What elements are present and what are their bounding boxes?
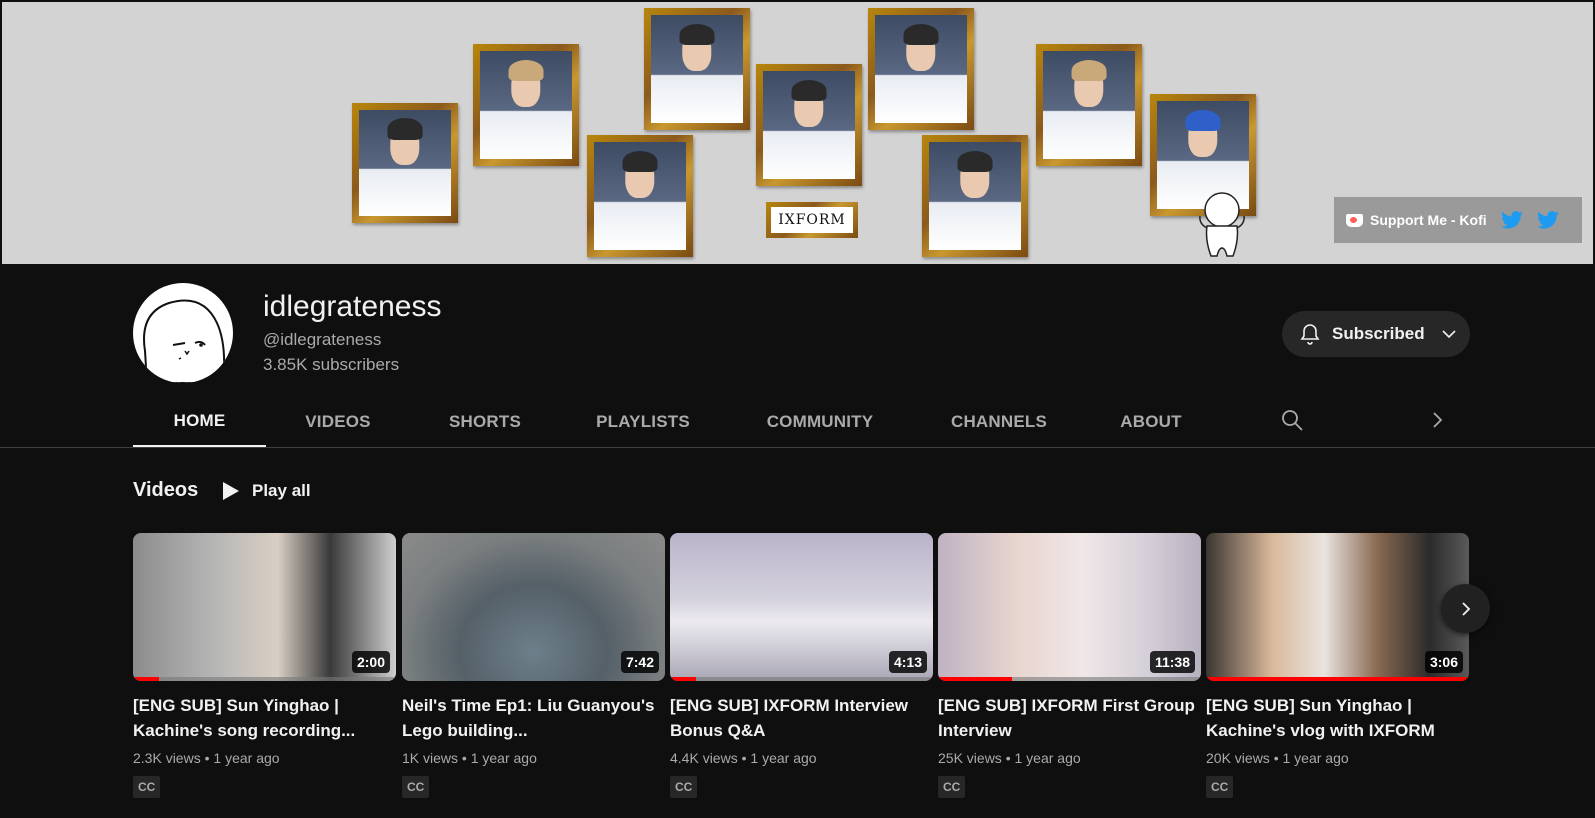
chevron-right-icon <box>1461 601 1470 616</box>
banner-plaque: IXFORM <box>766 202 858 238</box>
video-thumbnail[interactable]: 3:06 <box>1206 533 1469 681</box>
video-age: 1 year ago <box>1282 750 1349 766</box>
watch-progress <box>670 677 697 681</box>
tab-shorts[interactable]: SHORTS <box>410 396 560 448</box>
banner-portrait <box>922 135 1028 257</box>
video-thumbnail[interactable]: 4:13 <box>670 533 933 681</box>
watch-progress <box>938 677 1012 681</box>
kofi-link[interactable]: Support Me - Kofi <box>1334 197 1487 243</box>
banner-portrait <box>1036 44 1142 166</box>
tabs-divider <box>0 447 1595 448</box>
video-title[interactable]: Neil's Time Ep1: Liu Guanyou's Lego buil… <box>402 693 665 743</box>
video-meta: 20K views • 1 year ago <box>1206 750 1349 766</box>
video-duration: 11:38 <box>1149 651 1195 673</box>
video-age: 1 year ago <box>750 750 817 766</box>
tab-home[interactable]: HOME <box>133 396 266 448</box>
bell-icon <box>1300 324 1320 345</box>
carousel-next-button[interactable] <box>1441 584 1490 633</box>
cc-badge: CC <box>133 776 161 798</box>
banner-portrait <box>587 135 693 257</box>
video-duration: 3:06 <box>1424 651 1463 673</box>
video-age: 1 year ago <box>470 750 537 766</box>
play-all-label: Play all <box>252 481 311 500</box>
video-meta: 25K views • 1 year ago <box>938 750 1081 766</box>
banner-portrait <box>352 103 458 223</box>
watch-progress <box>1206 677 1469 681</box>
video-views: 4.4K views <box>670 750 738 766</box>
cc-badge: CC <box>938 776 966 798</box>
cc-badge: CC <box>1206 776 1234 798</box>
tab-about[interactable]: ABOUT <box>1084 396 1218 448</box>
video-meta: 2.3K views • 1 year ago <box>133 750 280 766</box>
video-duration: 4:13 <box>888 651 927 673</box>
video-card[interactable]: 11:38 [ENG SUB] IXFORM First Group Inter… <box>938 533 1201 798</box>
banner-portrait <box>644 8 750 130</box>
video-views: 20K views <box>1206 750 1270 766</box>
video-card[interactable]: 3:06 [ENG SUB] Sun Yinghao | Kachine's v… <box>1206 533 1469 798</box>
video-title[interactable]: [ENG SUB] IXFORM Interview Bonus Q&A <box>670 693 933 743</box>
search-icon[interactable] <box>1280 408 1304 432</box>
cc-badge: CC <box>402 776 430 798</box>
tab-channels[interactable]: CHANNELS <box>914 396 1084 448</box>
video-views: 2.3K views <box>133 750 201 766</box>
chevron-right-icon[interactable] <box>1425 408 1449 432</box>
video-views: 25K views <box>938 750 1002 766</box>
play-all-button[interactable]: Play all <box>222 477 311 505</box>
video-card[interactable]: 4:13 [ENG SUB] IXFORM Interview Bonus Q&… <box>670 533 933 798</box>
video-duration: 7:42 <box>620 651 659 673</box>
kofi-icon <box>1346 213 1363 227</box>
video-age: 1 year ago <box>1014 750 1081 766</box>
video-age: 1 year ago <box>213 750 280 766</box>
chevron-down-icon <box>1442 330 1456 339</box>
video-card[interactable]: 7:42 Neil's Time Ep1: Liu Guanyou's Lego… <box>402 533 665 798</box>
channel-name: idlegrateness <box>263 290 442 323</box>
banner-links: Support Me - Kofi <box>1334 197 1582 243</box>
banner-portrait <box>868 8 974 130</box>
subscribed-label: Subscribed <box>1332 324 1425 343</box>
video-card[interactable]: 2:00 [ENG SUB] Sun Yinghao | Kachine's s… <box>133 533 396 798</box>
tab-playlists[interactable]: PLAYLISTS <box>560 396 726 448</box>
video-meta: 4.4K views • 1 year ago <box>670 750 817 766</box>
video-thumbnail[interactable]: 2:00 <box>133 533 396 681</box>
video-thumbnail[interactable]: 11:38 <box>938 533 1201 681</box>
tab-videos[interactable]: VIDEOS <box>266 396 410 448</box>
mascot-illustration <box>1199 192 1245 257</box>
section-title: Videos <box>133 479 199 501</box>
watch-progress <box>133 677 160 681</box>
plaque-text: IXFORM <box>771 207 853 233</box>
video-title[interactable]: [ENG SUB] IXFORM First Group Interview <box>938 693 1201 743</box>
channel-handle: @idlegrateness <box>263 330 382 349</box>
banner-portrait <box>473 44 579 166</box>
twitter-icon[interactable] <box>1500 211 1523 229</box>
twitter-icon[interactable] <box>1536 211 1559 229</box>
video-title[interactable]: [ENG SUB] Sun Yinghao | Kachine's vlog w… <box>1206 693 1469 743</box>
subscriber-count: 3.85K subscribers <box>263 355 400 374</box>
tab-community[interactable]: COMMUNITY <box>726 396 914 448</box>
video-thumbnail[interactable]: 7:42 <box>402 533 665 681</box>
cc-badge: CC <box>670 776 698 798</box>
channel-avatar <box>133 283 233 383</box>
video-meta: 1K views • 1 year ago <box>402 750 537 766</box>
video-views: 1K views <box>402 750 459 766</box>
channel-tabs: HOME VIDEOS SHORTS PLAYLISTS COMMUNITY C… <box>133 396 1218 448</box>
video-duration: 2:00 <box>351 651 390 673</box>
video-title[interactable]: [ENG SUB] Sun Yinghao | Kachine's song r… <box>133 693 396 743</box>
kofi-label: Support Me - Kofi <box>1370 212 1487 228</box>
subscribed-button[interactable]: Subscribed <box>1282 311 1470 357</box>
play-icon <box>223 482 239 500</box>
banner-portrait <box>756 64 862 186</box>
